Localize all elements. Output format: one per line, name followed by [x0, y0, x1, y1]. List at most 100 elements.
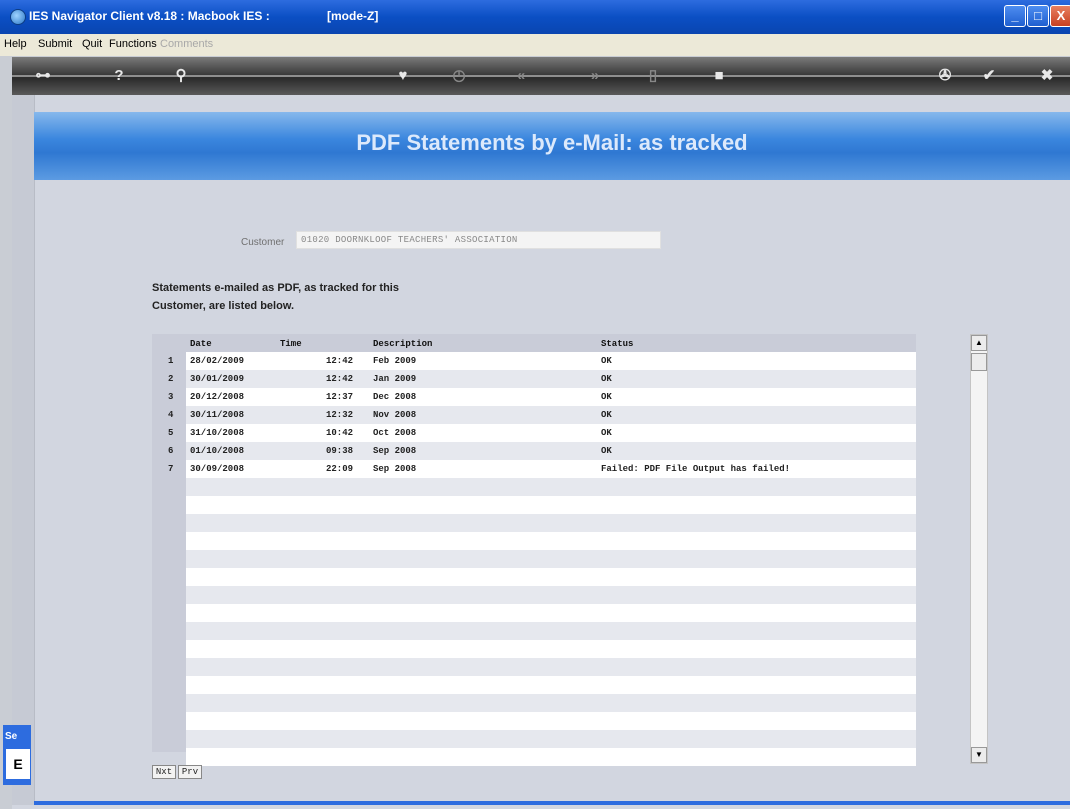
row-description: Sep 2008 — [373, 464, 417, 474]
toolbar: ⊶ ? ⚲ ♥ ◷ « » ▯ ■ ✇ ✔ ✖ — [12, 57, 1070, 95]
empty-row[interactable] — [152, 658, 916, 676]
header-description[interactable]: Description — [373, 339, 432, 349]
row-background — [186, 496, 916, 514]
key-icon[interactable]: ⊶ — [28, 66, 58, 86]
row-time: 12:37 — [326, 392, 354, 402]
row-background — [186, 622, 916, 640]
row-date: 30/01/2009 — [190, 374, 245, 384]
scroll-thumb[interactable] — [971, 353, 987, 371]
table-row[interactable]: 7 30/09/2008 22:09 Sep 2008 Failed: PDF File… — [152, 460, 916, 478]
row-time: 09:38 — [326, 446, 354, 456]
menu-comments[interactable]: Comments — [160, 38, 213, 50]
row-background — [186, 352, 916, 370]
row-background — [186, 640, 916, 658]
cancel-icon[interactable]: ✖ — [1036, 66, 1058, 86]
prev-button[interactable]: Prv — [178, 765, 202, 779]
fast-forward-icon[interactable]: » — [584, 66, 606, 86]
ok-icon[interactable]: ✔ — [978, 66, 1000, 86]
num: 7 — [168, 464, 174, 474]
row-background — [186, 730, 916, 748]
row-status: OK — [601, 374, 612, 384]
num: 4 — [168, 410, 174, 420]
next-button[interactable]: Nxt — [152, 765, 176, 779]
empty-row[interactable] — [152, 478, 916, 496]
header-time[interactable]: Time — [280, 339, 302, 349]
clipboard-icon[interactable]: ▯ — [642, 66, 664, 86]
scroll-up-icon[interactable]: ▲ — [971, 335, 987, 351]
row-description: Feb 2009 — [373, 356, 417, 366]
rewind-icon[interactable]: « — [510, 66, 532, 86]
row-background — [186, 658, 916, 676]
empty-row[interactable] — [152, 622, 916, 640]
empty-row[interactable] — [152, 532, 916, 550]
table-row[interactable]: 5 31/10/2008 10:42 Oct 2008 OK — [152, 424, 916, 442]
close-button[interactable]: X — [1050, 5, 1070, 27]
customer-field[interactable]: 01020 DOORNKLOOF TEACHERS' ASSOCIATION — [296, 231, 661, 249]
info-text: Statements e-mailed as PDF, as tracked f… — [152, 279, 399, 315]
empty-row[interactable] — [152, 640, 916, 658]
row-description: Sep 2008 — [373, 446, 417, 456]
app-window: IES Navigator Client v8.18 : Macbook IES… — [0, 0, 1070, 809]
empty-row[interactable] — [152, 712, 916, 730]
row-date: 28/02/2009 — [190, 356, 245, 366]
table-row[interactable]: 2 30/01/2009 12:42 Jan 2009 OK — [152, 370, 916, 388]
empty-row[interactable] — [152, 514, 916, 532]
empty-row[interactable] — [152, 694, 916, 712]
search-icon[interactable]: ⚲ — [170, 66, 192, 86]
row-time: 12:42 — [326, 356, 354, 366]
stop-icon[interactable]: ■ — [708, 66, 730, 86]
row-background — [186, 748, 916, 766]
empty-row[interactable] — [152, 496, 916, 514]
empty-row[interactable] — [152, 604, 916, 622]
row-time: 10:42 — [326, 428, 354, 438]
page-header: PDF Statements by e-Mail: as tracked — [34, 112, 1070, 180]
empty-row[interactable] — [152, 568, 916, 586]
empty-row[interactable] — [152, 586, 916, 604]
clock-icon[interactable]: ◷ — [448, 66, 470, 86]
print-icon[interactable]: ✇ — [934, 66, 956, 86]
menu-help[interactable]: Help — [4, 38, 27, 50]
row-background — [186, 604, 916, 622]
row-background — [186, 568, 916, 586]
info-line-2: Customer, are listed below. — [152, 300, 295, 312]
table-row[interactable]: 1 28/02/2009 12:42 Feb 2009 OK — [152, 352, 916, 370]
page-title: PDF Statements by e-Mail: as tracked — [356, 130, 748, 155]
num: 5 — [168, 428, 174, 438]
row-date: 20/12/2008 — [190, 392, 245, 402]
help-icon[interactable]: ? — [108, 66, 130, 86]
row-status: OK — [601, 428, 612, 438]
side-tab-label: Se — [5, 731, 18, 742]
row-description: Nov 2008 — [373, 410, 417, 420]
table-row[interactable]: 3 20/12/2008 12:37 Dec 2008 OK — [152, 388, 916, 406]
maximize-button[interactable]: □ — [1027, 5, 1049, 27]
empty-row[interactable] — [152, 748, 916, 766]
num: 1 — [168, 356, 174, 366]
empty-row[interactable] — [152, 676, 916, 694]
row-background — [186, 676, 916, 694]
row-status: OK — [601, 392, 612, 402]
header-date[interactable]: Date — [190, 339, 212, 349]
row-description: Dec 2008 — [373, 392, 417, 402]
empty-row[interactable] — [152, 550, 916, 568]
minimize-button[interactable]: _ — [1004, 5, 1026, 27]
statements-grid: Date Time Description Status 1 28/02/2009… — [152, 334, 916, 766]
num: 3 — [168, 392, 174, 402]
table-row[interactable]: 6 01/10/2008 09:38 Sep 2008 OK — [152, 442, 916, 460]
menu-quit[interactable]: Quit — [82, 38, 102, 50]
table-row[interactable]: 4 30/11/2008 12:32 Nov 2008 OK — [152, 406, 916, 424]
side-tab[interactable]: Se E — [3, 725, 31, 785]
menu-functions[interactable]: Functions — [109, 38, 157, 50]
header-status[interactable]: Status — [601, 339, 633, 349]
empty-row[interactable] — [152, 730, 916, 748]
vertical-scrollbar[interactable]: ▲ ▼ — [970, 334, 988, 764]
title-bar: IES Navigator Client v8.18 : Macbook IES… — [0, 0, 1070, 34]
row-background — [186, 424, 916, 442]
row-time: 22:09 — [326, 464, 354, 474]
grid-header: Date Time Description Status — [152, 338, 916, 352]
row-background — [186, 442, 916, 460]
menu-submit[interactable]: Submit — [38, 38, 72, 50]
heart-icon[interactable]: ♥ — [392, 66, 414, 86]
row-description: Oct 2008 — [373, 428, 417, 438]
side-tab-box: E — [6, 749, 30, 779]
scroll-down-icon[interactable]: ▼ — [971, 747, 987, 763]
